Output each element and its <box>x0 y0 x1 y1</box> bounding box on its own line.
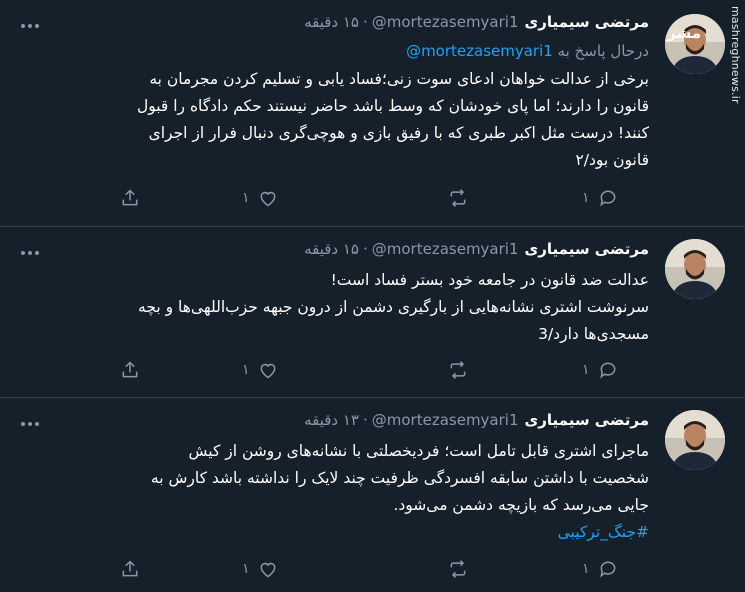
share-icon <box>122 189 138 206</box>
tweet-line: عدالت ضد قانون در جامعه خود بستر فساد اس… <box>330 271 649 289</box>
more-icon[interactable] <box>18 241 42 265</box>
tweet-header: مرتضی سیمیاری @mortezasemyari1 · ۱۳ دقیق… <box>304 408 649 432</box>
tweet-line: شخصیت با داشتن سابقه افسردگی ظرفیت چند ل… <box>150 469 649 487</box>
tweet-time[interactable]: ۱۵ دقیقه <box>304 240 359 258</box>
tweet-header: مرتضی سیمیاری @mortezasemyari1 · ۱۵ دقیق… <box>304 237 649 261</box>
separator-dot: · <box>362 240 368 258</box>
share-button[interactable] <box>120 557 140 581</box>
author-handle[interactable]: @mortezasemyari1 <box>372 240 519 258</box>
avatar[interactable]: مشرق <box>665 14 725 74</box>
share-button[interactable] <box>120 358 140 382</box>
like-icon <box>260 191 276 207</box>
author-name[interactable]: مرتضی سیمیاری <box>525 411 650 429</box>
like-icon <box>260 562 276 578</box>
tweet-line: قانون بود/۲ <box>575 151 649 169</box>
avatar-image <box>665 239 725 299</box>
like-button[interactable]: ۱ <box>242 186 278 210</box>
author-handle[interactable]: @mortezasemyari1 <box>372 411 519 429</box>
reply-icon <box>600 362 616 379</box>
tweet-line: ماجرای اشتری قابل تامل است؛ فردیخصلتی با… <box>188 442 650 460</box>
tweet-text: برخی از عدالت خواهان ادعای سوت زنی؛فساد … <box>49 66 649 174</box>
reply-count: ۱ <box>582 362 590 378</box>
avatar[interactable] <box>665 239 725 299</box>
tweet-line: قانون را دارند؛ اما پای خودشان که وسط با… <box>136 97 649 115</box>
like-count: ۱ <box>242 362 250 378</box>
tweet-actions: ۱ ۱ <box>110 186 650 210</box>
separator-dot: · <box>362 411 368 429</box>
tweet-line: جایی می‌رسد که بازیچه دشمن می‌شود. <box>393 496 649 514</box>
reply-icon <box>600 190 616 207</box>
tweet-3[interactable]: مرتضی سیمیاری @mortezasemyari1 · ۱۳ دقیق… <box>0 398 745 592</box>
reply-button[interactable]: ۱ <box>582 557 618 581</box>
tweet-text: ماجرای اشتری قابل تامل است؛ فردیخصلتی با… <box>49 438 649 546</box>
tweet-actions: ۱ ۱ <box>110 557 650 581</box>
timeline: mashreghnews.ir مشرق مرتضی سیمیاری @mort… <box>0 0 745 592</box>
tweet-line: کنند! درست مثل اکبر طبری که با رفیق بازی… <box>148 124 649 142</box>
like-icon <box>260 363 276 379</box>
like-button[interactable]: ۱ <box>242 557 278 581</box>
retweet-button[interactable] <box>447 186 469 210</box>
tweet-line: سرنوشت اشتری نشانه‌هایی از بارگیری دشمن … <box>138 298 649 316</box>
separator-dot: · <box>362 13 368 31</box>
author-name[interactable]: مرتضی سیمیاری <box>525 240 650 258</box>
tweet-time[interactable]: ۱۳ دقیقه <box>304 411 359 429</box>
share-button[interactable] <box>120 186 140 210</box>
author-name[interactable]: مرتضی سیمیاری <box>525 13 650 31</box>
like-count: ۱ <box>242 190 250 206</box>
tweet-line: مسجدی‌ها دارد/3 <box>538 325 649 343</box>
reply-icon <box>600 561 616 578</box>
reply-button[interactable]: ۱ <box>582 358 618 382</box>
watermark-logo: مشرق <box>665 24 701 42</box>
like-count: ۱ <box>242 561 250 577</box>
share-icon <box>122 361 138 378</box>
tweet-time[interactable]: ۱۵ دقیقه <box>304 13 359 31</box>
tweet-1[interactable]: مشرق مرتضی سیمیاری @mortezasemyari1 · ۱۵… <box>0 0 745 226</box>
tweet-actions: ۱ ۱ <box>110 358 650 382</box>
tweet-line: برخی از عدالت خواهان ادعای سوت زنی؛فساد … <box>149 70 649 88</box>
hashtag-link[interactable]: #جنگ_ترکیبی <box>558 523 649 541</box>
tweet-header: مرتضی سیمیاری @mortezasemyari1 · ۱۵ دقیق… <box>304 10 649 34</box>
reply-button[interactable]: ۱ <box>582 186 618 210</box>
reply-count: ۱ <box>582 561 590 577</box>
retweet-button[interactable] <box>447 358 469 382</box>
like-button[interactable]: ۱ <box>242 358 278 382</box>
more-icon[interactable] <box>18 14 42 38</box>
retweet-button[interactable] <box>447 557 469 581</box>
reply-count: ۱ <box>582 190 590 206</box>
avatar-image <box>665 410 725 470</box>
tweet-text: عدالت ضد قانون در جامعه خود بستر فساد اس… <box>49 267 649 348</box>
replying-to-mention[interactable]: @mortezasemyari1 <box>406 42 553 60</box>
replying-to-label: درحال پاسخ به <box>557 42 649 60</box>
retweet-icon <box>450 189 466 207</box>
share-icon <box>122 560 138 577</box>
replying-to: درحال پاسخ به @mortezasemyari1 <box>406 42 649 60</box>
avatar[interactable] <box>665 410 725 470</box>
author-handle[interactable]: @mortezasemyari1 <box>372 13 519 31</box>
retweet-icon <box>450 560 466 578</box>
tweet-2[interactable]: مرتضی سیمیاری @mortezasemyari1 · ۱۵ دقیق… <box>0 227 745 397</box>
retweet-icon <box>450 361 466 379</box>
more-icon[interactable] <box>18 412 42 436</box>
